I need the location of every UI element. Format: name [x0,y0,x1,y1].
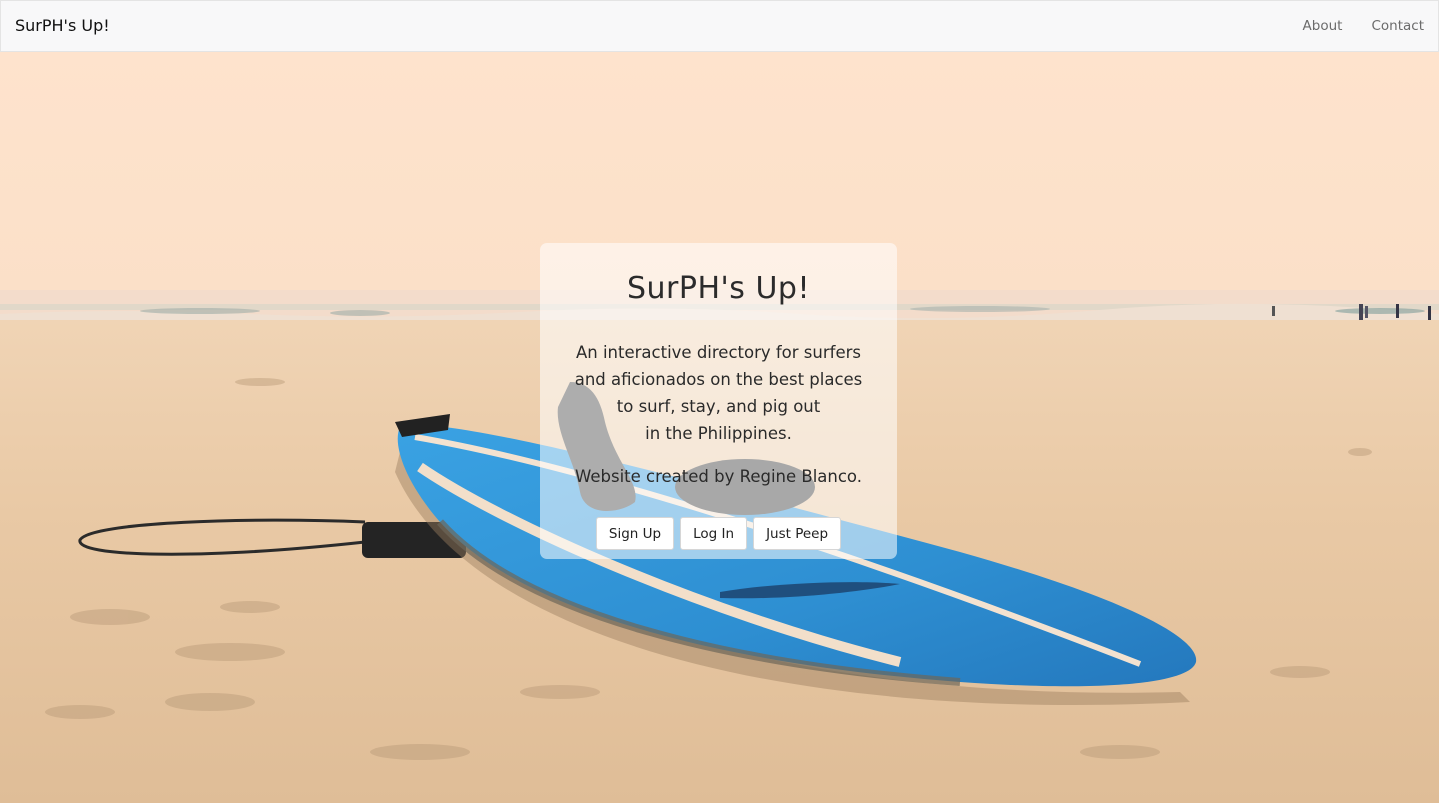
page: SurPH's Up! About Contact SurPH's Up! An… [0,0,1439,803]
description-line: in the Philippines. [645,424,792,443]
description-line: to surf, stay, and pig out [616,397,821,416]
intro-card: SurPH's Up! An interactive directory for… [540,243,897,559]
hero-description: An interactive directory for surfers and… [540,339,897,447]
sign-up-button[interactable]: Sign Up [595,517,675,550]
author-credit: Website created by Regine Blanco. [575,467,862,486]
just-peep-button[interactable]: Just Peep [753,517,842,550]
nav-links: About Contact [1303,18,1424,34]
hero-actions: Sign Up Log In Just Peep [540,517,897,550]
brand-logo-link[interactable]: SurPH's Up! [15,16,110,35]
navbar: SurPH's Up! About Contact [0,0,1439,52]
hero-title: SurPH's Up! [627,271,810,306]
description-line: An interactive directory for surfers [575,343,861,362]
description-line: and aficionados on the best places [574,370,863,389]
nav-link-about[interactable]: About [1303,18,1343,34]
log-in-button[interactable]: Log In [680,517,748,550]
nav-link-contact[interactable]: Contact [1371,18,1424,34]
